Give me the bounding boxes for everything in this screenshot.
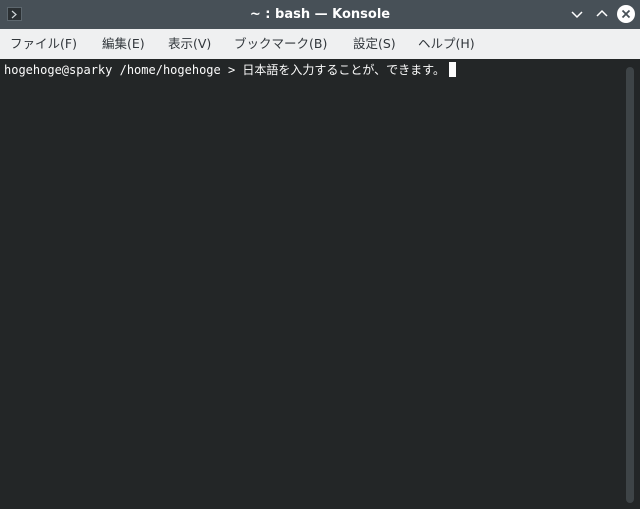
minimize-button[interactable] — [567, 4, 587, 24]
menu-bar: ファイル(F) 編集(E) 表示(V) ブックマーク(B) 設定(S) ヘルプ(… — [0, 29, 640, 59]
terminal-line: hogehoge@sparky /home/hogehoge > 日本語を入力す… — [4, 62, 456, 78]
konsole-window: ~ : bash — Konsole ファイル(F) 編集(E) 表示(V) ブ… — [0, 0, 640, 509]
menu-edit[interactable]: 編集(E) — [102, 29, 145, 59]
menu-settings[interactable]: 設定(S) — [353, 29, 396, 59]
menu-view[interactable]: 表示(V) — [168, 29, 211, 59]
window-title: ~ : bash — Konsole — [249, 7, 391, 22]
menu-file[interactable]: ファイル(F) — [10, 29, 77, 59]
menu-help[interactable]: ヘルプ(H) — [418, 29, 475, 59]
terminal-area[interactable]: hogehoge@sparky /home/hogehoge > 日本語を入力す… — [0, 59, 640, 509]
vertical-scrollbar[interactable] — [626, 67, 634, 503]
text-cursor — [448, 62, 456, 77]
maximize-button[interactable] — [592, 4, 612, 24]
chevron-up-icon — [596, 9, 608, 17]
title-bar[interactable]: ~ : bash — Konsole — [0, 0, 640, 29]
chevron-down-icon — [571, 11, 583, 19]
command-input: 日本語を入力することが、できます。 — [242, 63, 445, 77]
shell-prompt: hogehoge@sparky /home/hogehoge > — [4, 63, 236, 77]
close-icon — [617, 5, 635, 23]
menu-bookmarks[interactable]: ブックマーク(B) — [234, 29, 327, 59]
close-button[interactable] — [616, 4, 636, 24]
